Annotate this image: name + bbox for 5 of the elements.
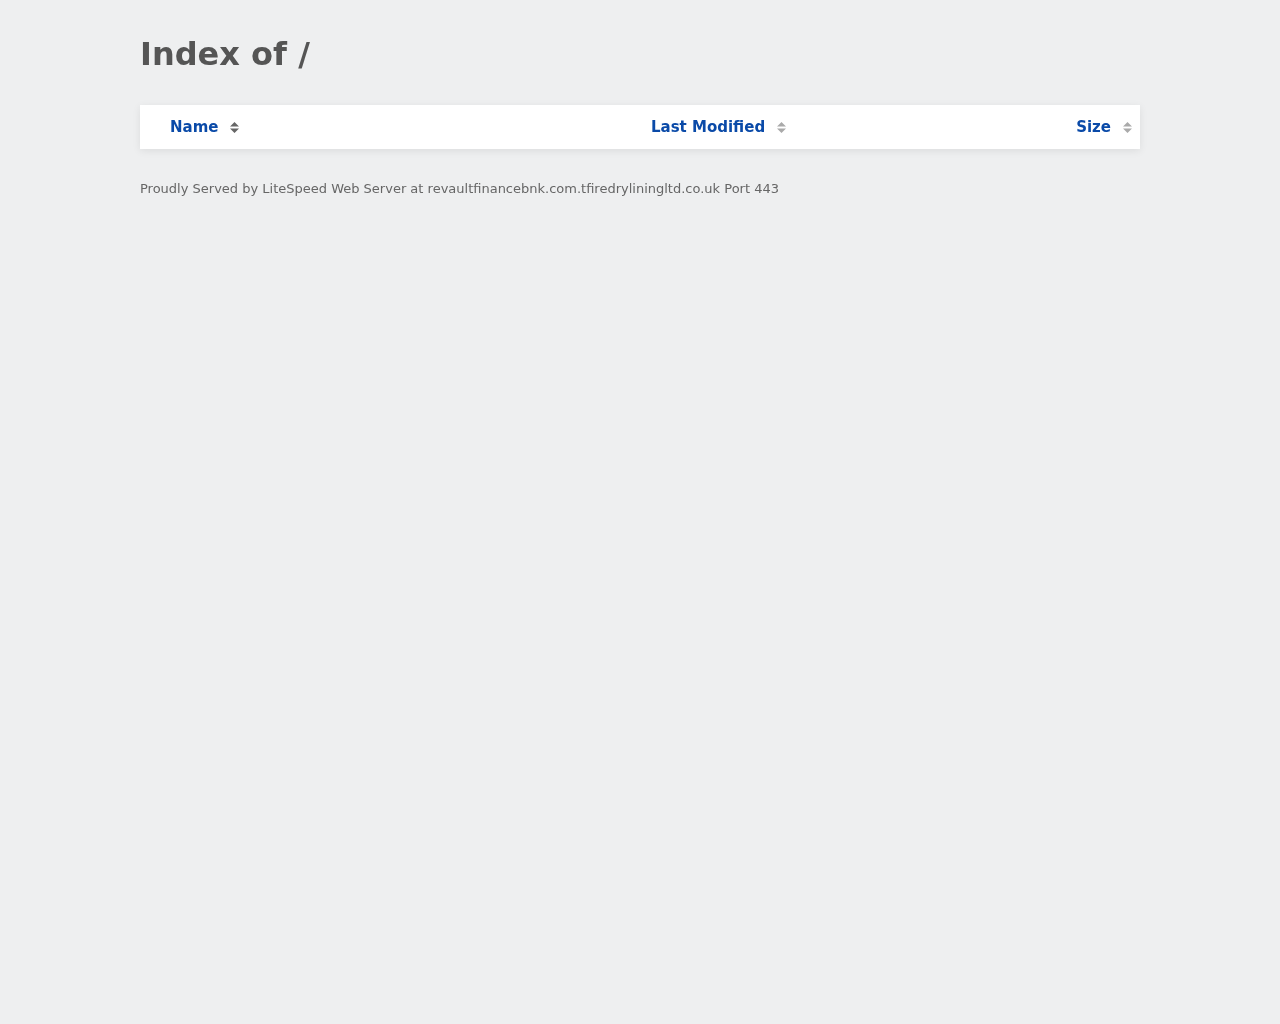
server-footer: Proudly Served by LiteSpeed Web Server at revaultfinancebnk.com.tfiredryliningltd.co.uk Port 443 xyxy=(140,181,1140,196)
column-sort-link[interactable]: Size xyxy=(1076,118,1132,136)
column-sort-link[interactable]: Name xyxy=(170,118,240,136)
column-sort-link[interactable]: Last Modified xyxy=(651,118,787,136)
page-title: Index of / xyxy=(140,34,311,74)
